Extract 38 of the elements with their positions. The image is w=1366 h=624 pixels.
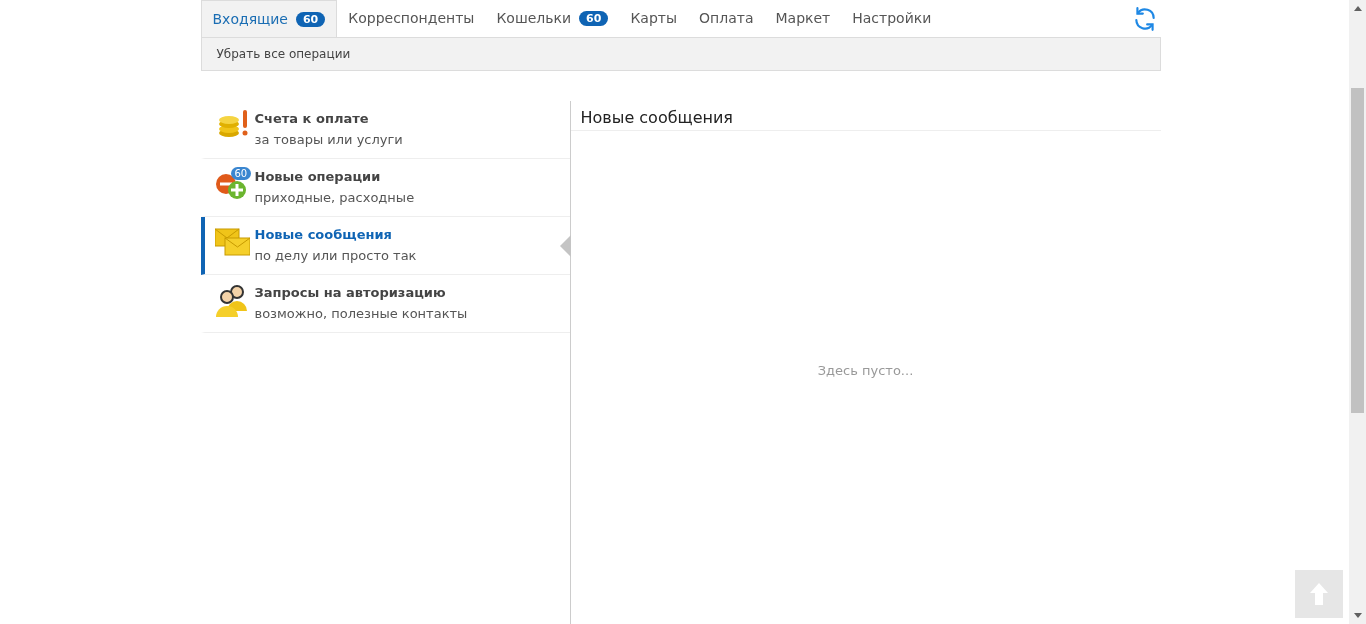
item-title: Счета к оплате — [254, 110, 370, 128]
scroll-up-icon[interactable] — [1353, 6, 1362, 11]
tab[interactable]: Кошельки 60 — [485, 0, 620, 37]
item-title: Новые сообщения — [254, 226, 393, 244]
scrollbar[interactable] — [1349, 0, 1366, 624]
tab[interactable]: Корреспонденты — [337, 0, 486, 37]
tab-label[interactable]: Входящие — [212, 8, 288, 30]
sidebar-item[interactable]: Счета к оплате за товары или услуги — [200, 101, 570, 159]
count-badge: 60 — [295, 11, 326, 27]
item-subtitle: возможно, полезные контакты — [254, 305, 468, 323]
item-title: Новые операции — [254, 168, 382, 186]
users-icon — [214, 283, 250, 319]
arrow-up-icon — [1310, 583, 1328, 605]
tab-label[interactable]: Карты — [630, 8, 678, 29]
scrollbar-thumb[interactable] — [1351, 88, 1364, 413]
tab-label[interactable]: Оплата — [699, 8, 754, 29]
empty-message: Здесь пусто... — [817, 362, 914, 380]
sidebar-item[interactable]: Запросы на авторизацию возможно, полезные контакты — [200, 275, 570, 333]
scroll-down-icon[interactable] — [1353, 613, 1362, 618]
tab-label[interactable]: Корреспонденты — [348, 8, 475, 29]
tab[interactable]: Карты — [619, 0, 689, 37]
tab[interactable]: Настройки — [841, 0, 943, 37]
tab[interactable]: Оплата — [688, 0, 765, 37]
tab-label[interactable]: Настройки — [852, 8, 932, 29]
item-subtitle: за товары или услуги — [254, 131, 403, 149]
count-badge: 60 — [230, 167, 252, 180]
tab[interactable]: Входящие 60 — [200, 0, 338, 37]
tab-label[interactable]: Кошельки — [496, 8, 572, 29]
item-title: Запросы на авторизацию — [254, 284, 447, 302]
tab[interactable]: Маркет — [764, 0, 842, 37]
sidebar-item[interactable]: 60 Новые операции приходные, расходные — [200, 159, 570, 217]
sidebar-item[interactable]: Новые сообщения по делу или просто так — [200, 217, 570, 275]
tab-label[interactable]: Маркет — [775, 8, 831, 29]
item-subtitle: по делу или просто так — [254, 247, 417, 265]
count-badge: 60 — [579, 11, 609, 26]
item-subtitle: приходные, расходные — [254, 189, 415, 207]
panel-title: Новые сообщения — [570, 101, 1161, 131]
clear-operations-link[interactable]: Убрать все операции — [216, 45, 351, 63]
